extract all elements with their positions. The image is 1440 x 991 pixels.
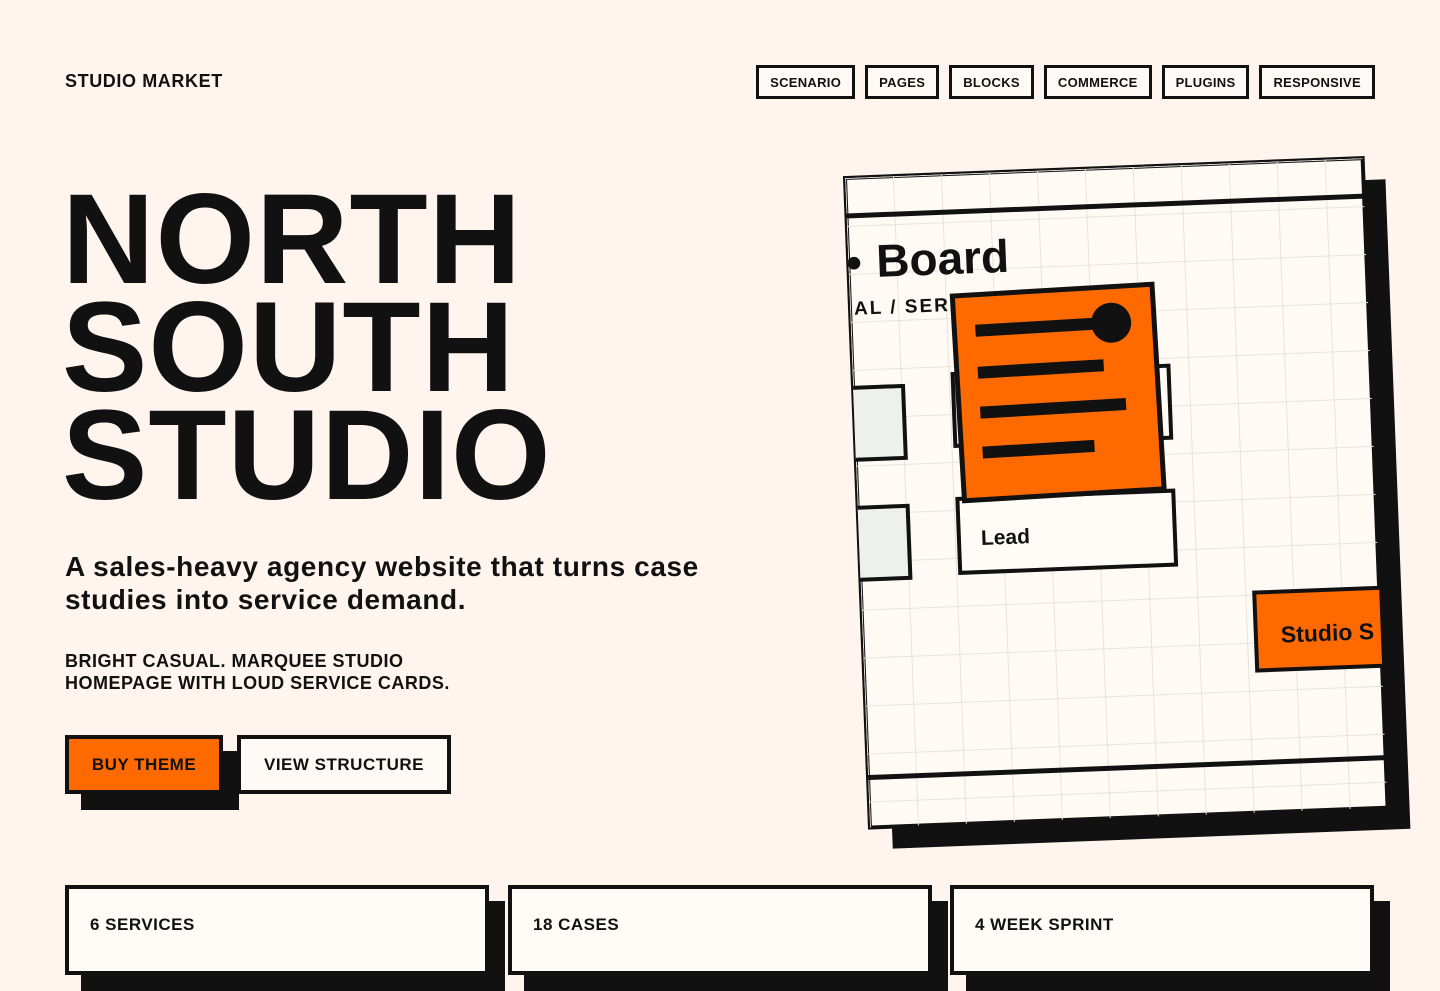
hero-illustration: • Board AL / SER Lead Studio S bbox=[830, 150, 1430, 860]
nav-blocks[interactable]: BLOCKS bbox=[949, 65, 1034, 99]
lead-card-label: Lead bbox=[980, 525, 1030, 550]
document-card bbox=[949, 281, 1167, 504]
stat-card-sprint: 4 WEEK SPRINT bbox=[950, 885, 1390, 991]
hero-title: NORTH SOUTH STUDIO bbox=[62, 176, 552, 527]
nav-commerce[interactable]: COMMERCE bbox=[1043, 65, 1152, 99]
stat-label: 6 SERVICES bbox=[65, 885, 489, 975]
board-illustration: • Board AL / SER Lead Studio S bbox=[842, 156, 1411, 849]
studio-tag-label: Studio S bbox=[1280, 618, 1374, 648]
nav-scenario[interactable]: SCENARIO bbox=[756, 65, 856, 99]
view-structure-button[interactable]: VIEW STRUCTURE bbox=[237, 735, 451, 794]
hero-kicker: BRIGHT CASUAL. MARQUEE STUDIO HOMEPAGE W… bbox=[65, 651, 450, 693]
hero-lead: A sales-heavy agency website that turns … bbox=[65, 551, 699, 615]
hero-title-line-3: STUDIO bbox=[62, 384, 552, 527]
nav-responsive[interactable]: RESPONSIVE bbox=[1259, 65, 1375, 99]
stat-card-cases: 18 CASES bbox=[508, 885, 948, 991]
nav-plugins[interactable]: PLUGINS bbox=[1161, 65, 1250, 99]
buy-theme-button-group: BUY THEME bbox=[65, 735, 239, 810]
stat-label: 18 CASES bbox=[508, 885, 932, 975]
nav-pages[interactable]: PAGES bbox=[865, 65, 940, 99]
stat-label: 4 WEEK SPRINT bbox=[950, 885, 1374, 975]
buy-theme-button[interactable]: BUY THEME bbox=[65, 735, 223, 794]
main-nav: SCENARIO PAGES BLOCKS COMMERCE PLUGINS R… bbox=[756, 65, 1375, 99]
brand-logo[interactable]: STUDIO MARKET bbox=[65, 71, 223, 92]
board-subtitle: AL / SER bbox=[854, 295, 951, 320]
board-title: Board bbox=[875, 230, 1010, 287]
stat-card-services: 6 SERVICES bbox=[65, 885, 505, 991]
